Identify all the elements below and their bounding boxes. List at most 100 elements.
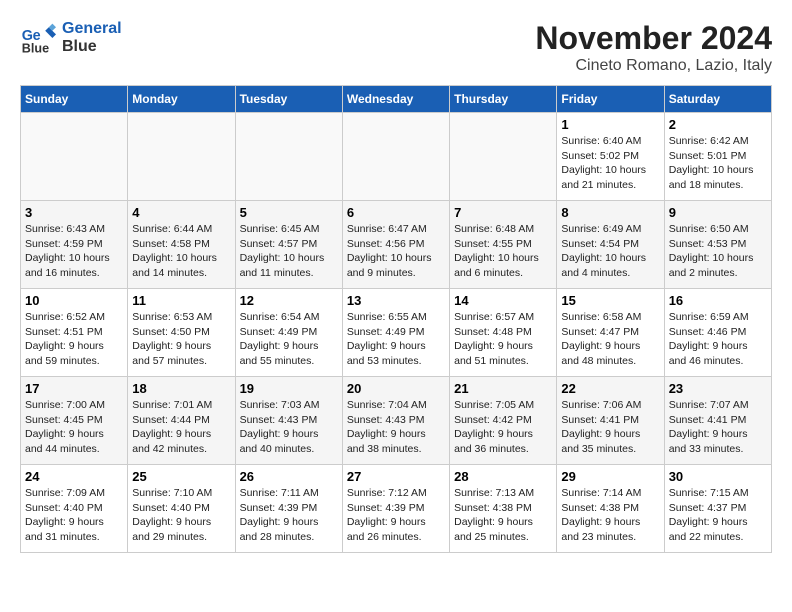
day-info: Sunrise: 7:12 AM Sunset: 4:39 PM Dayligh… (347, 486, 445, 545)
day-number: 15 (561, 293, 659, 308)
day-info: Sunrise: 6:43 AM Sunset: 4:59 PM Dayligh… (25, 222, 123, 281)
day-number: 29 (561, 469, 659, 484)
day-info: Sunrise: 7:05 AM Sunset: 4:42 PM Dayligh… (454, 398, 552, 457)
calendar-cell: 4Sunrise: 6:44 AM Sunset: 4:58 PM Daylig… (128, 201, 235, 289)
weekday-header-sunday: Sunday (21, 86, 128, 113)
month-title: November 2024 (535, 20, 772, 57)
day-number: 11 (132, 293, 230, 308)
calendar-cell: 2Sunrise: 6:42 AM Sunset: 5:01 PM Daylig… (664, 113, 771, 201)
day-number: 13 (347, 293, 445, 308)
page-header: G e Blue General Blue November 2024 Cine… (20, 20, 772, 75)
day-number: 22 (561, 381, 659, 396)
calendar-cell: 19Sunrise: 7:03 AM Sunset: 4:43 PM Dayli… (235, 377, 342, 465)
day-number: 12 (240, 293, 338, 308)
day-number: 1 (561, 117, 659, 132)
day-number: 27 (347, 469, 445, 484)
day-info: Sunrise: 6:42 AM Sunset: 5:01 PM Dayligh… (669, 134, 767, 193)
calendar-cell: 18 Sunrise: 7:01 AM Sunset: 4:44 PM Dayli… (128, 377, 235, 465)
day-number: 8 (561, 205, 659, 220)
calendar-cell: 7Sunrise: 6:48 AM Sunset: 4:55 PM Daylig… (450, 201, 557, 289)
calendar-cell: 8 Sunrise: 6:49 AM Sunset: 4:54 PM Daylig… (557, 201, 664, 289)
svg-text:Blue: Blue (22, 41, 49, 55)
calendar-cell: 26 Sunrise: 7:11 AM Sunset: 4:39 PM Dayli… (235, 465, 342, 553)
calendar-cell: 5 Sunrise: 6:45 AM Sunset: 4:57 PM Daylig… (235, 201, 342, 289)
day-number: 26 (240, 469, 338, 484)
calendar-cell (21, 113, 128, 201)
calendar-cell: 30 Sunrise: 7:15 AM Sunset: 4:37 PM Dayli… (664, 465, 771, 553)
calendar-cell (235, 113, 342, 201)
calendar-cell: 25Sunrise: 7:10 AM Sunset: 4:40 PM Dayli… (128, 465, 235, 553)
day-info: Sunrise: 7:09 AM Sunset: 4:40 PM Dayligh… (25, 486, 123, 545)
day-number: 16 (669, 293, 767, 308)
weekday-header-row: SundayMondayTuesdayWednesdayThursdayFrid… (21, 86, 772, 113)
day-info: Sunrise: 7:07 AM Sunset: 4:41 PM Dayligh… (669, 398, 767, 457)
day-number: 14 (454, 293, 552, 308)
day-info: Sunrise: 7:14 AM Sunset: 4:38 PM Dayligh… (561, 486, 659, 545)
calendar-cell: 3 Sunrise: 6:43 AM Sunset: 4:59 PM Daylig… (21, 201, 128, 289)
calendar-cell: 17Sunrise: 7:00 AM Sunset: 4:45 PM Dayli… (21, 377, 128, 465)
day-info: Sunrise: 7:01 AM Sunset: 4:44 PM Dayligh… (132, 398, 230, 457)
calendar-cell: 14 Sunrise: 6:57 AM Sunset: 4:48 PM Dayli… (450, 289, 557, 377)
day-number: 21 (454, 381, 552, 396)
day-number: 30 (669, 469, 767, 484)
weekday-header-tuesday: Tuesday (235, 86, 342, 113)
calendar-cell: 15 Sunrise: 6:58 AM Sunset: 4:47 PM Dayli… (557, 289, 664, 377)
calendar-week-4: 17Sunrise: 7:00 AM Sunset: 4:45 PM Dayli… (21, 377, 772, 465)
day-info: Sunrise: 7:06 AM Sunset: 4:41 PM Dayligh… (561, 398, 659, 457)
day-info: Sunrise: 6:45 AM Sunset: 4:57 PM Dayligh… (240, 222, 338, 281)
day-number: 3 (25, 205, 123, 220)
day-info: Sunrise: 7:13 AM Sunset: 4:38 PM Dayligh… (454, 486, 552, 545)
day-info: Sunrise: 6:52 AM Sunset: 4:51 PM Dayligh… (25, 310, 123, 369)
day-info: Sunrise: 6:58 AM Sunset: 4:47 PM Dayligh… (561, 310, 659, 369)
weekday-header-monday: Monday (128, 86, 235, 113)
logo-text: General Blue (62, 20, 122, 56)
day-info: Sunrise: 6:48 AM Sunset: 4:55 PM Dayligh… (454, 222, 552, 281)
day-info: Sunrise: 6:40 AM Sunset: 5:02 PM Dayligh… (561, 134, 659, 193)
day-info: Sunrise: 7:10 AM Sunset: 4:40 PM Dayligh… (132, 486, 230, 545)
title-block: November 2024 Cineto Romano, Lazio, Ital… (535, 20, 772, 75)
day-number: 10 (25, 293, 123, 308)
day-number: 5 (240, 205, 338, 220)
calendar-week-2: 3 Sunrise: 6:43 AM Sunset: 4:59 PM Daylig… (21, 201, 772, 289)
location-subtitle: Cineto Romano, Lazio, Italy (535, 57, 772, 75)
calendar-cell: 13 Sunrise: 6:55 AM Sunset: 4:49 PM Dayli… (342, 289, 449, 377)
day-info: Sunrise: 7:11 AM Sunset: 4:39 PM Dayligh… (240, 486, 338, 545)
calendar-cell (128, 113, 235, 201)
day-info: Sunrise: 6:53 AM Sunset: 4:50 PM Dayligh… (132, 310, 230, 369)
weekday-header-wednesday: Wednesday (342, 86, 449, 113)
weekday-header-saturday: Saturday (664, 86, 771, 113)
day-number: 24 (25, 469, 123, 484)
day-info: Sunrise: 6:54 AM Sunset: 4:49 PM Dayligh… (240, 310, 338, 369)
calendar-cell: 6Sunrise: 6:47 AM Sunset: 4:56 PM Daylig… (342, 201, 449, 289)
logo: G e Blue General Blue (20, 20, 122, 56)
calendar-cell: 24 Sunrise: 7:09 AM Sunset: 4:40 PM Dayli… (21, 465, 128, 553)
calendar-week-3: 10 Sunrise: 6:52 AM Sunset: 4:51 PM Dayli… (21, 289, 772, 377)
calendar-cell (450, 113, 557, 201)
weekday-header-thursday: Thursday (450, 86, 557, 113)
logo-icon: G e Blue (20, 20, 56, 56)
day-number: 18 (132, 381, 230, 396)
day-info: Sunrise: 6:50 AM Sunset: 4:53 PM Dayligh… (669, 222, 767, 281)
calendar-cell: 23Sunrise: 7:07 AM Sunset: 4:41 PM Dayli… (664, 377, 771, 465)
day-info: Sunrise: 7:15 AM Sunset: 4:37 PM Dayligh… (669, 486, 767, 545)
calendar-cell: 21 Sunrise: 7:05 AM Sunset: 4:42 PM Dayli… (450, 377, 557, 465)
calendar-cell: 28 Sunrise: 7:13 AM Sunset: 4:38 PM Dayli… (450, 465, 557, 553)
calendar-cell: 22 Sunrise: 7:06 AM Sunset: 4:41 PM Dayli… (557, 377, 664, 465)
calendar-cell: 10 Sunrise: 6:52 AM Sunset: 4:51 PM Dayli… (21, 289, 128, 377)
day-number: 20 (347, 381, 445, 396)
calendar-cell: 27 Sunrise: 7:12 AM Sunset: 4:39 PM Dayli… (342, 465, 449, 553)
day-info: Sunrise: 6:57 AM Sunset: 4:48 PM Dayligh… (454, 310, 552, 369)
day-info: Sunrise: 7:04 AM Sunset: 4:43 PM Dayligh… (347, 398, 445, 457)
day-number: 28 (454, 469, 552, 484)
day-info: Sunrise: 6:55 AM Sunset: 4:49 PM Dayligh… (347, 310, 445, 369)
calendar-body: 1 Sunrise: 6:40 AM Sunset: 5:02 PM Daylig… (21, 113, 772, 553)
day-info: Sunrise: 6:49 AM Sunset: 4:54 PM Dayligh… (561, 222, 659, 281)
calendar-table: SundayMondayTuesdayWednesdayThursdayFrid… (20, 85, 772, 553)
calendar-cell: 29 Sunrise: 7:14 AM Sunset: 4:38 PM Dayli… (557, 465, 664, 553)
calendar-week-5: 24 Sunrise: 7:09 AM Sunset: 4:40 PM Dayli… (21, 465, 772, 553)
calendar-cell: 20 Sunrise: 7:04 AM Sunset: 4:43 PM Dayli… (342, 377, 449, 465)
day-info: Sunrise: 7:03 AM Sunset: 4:43 PM Dayligh… (240, 398, 338, 457)
day-number: 6 (347, 205, 445, 220)
calendar-cell: 16 Sunrise: 6:59 AM Sunset: 4:46 PM Dayli… (664, 289, 771, 377)
day-info: Sunrise: 6:59 AM Sunset: 4:46 PM Dayligh… (669, 310, 767, 369)
